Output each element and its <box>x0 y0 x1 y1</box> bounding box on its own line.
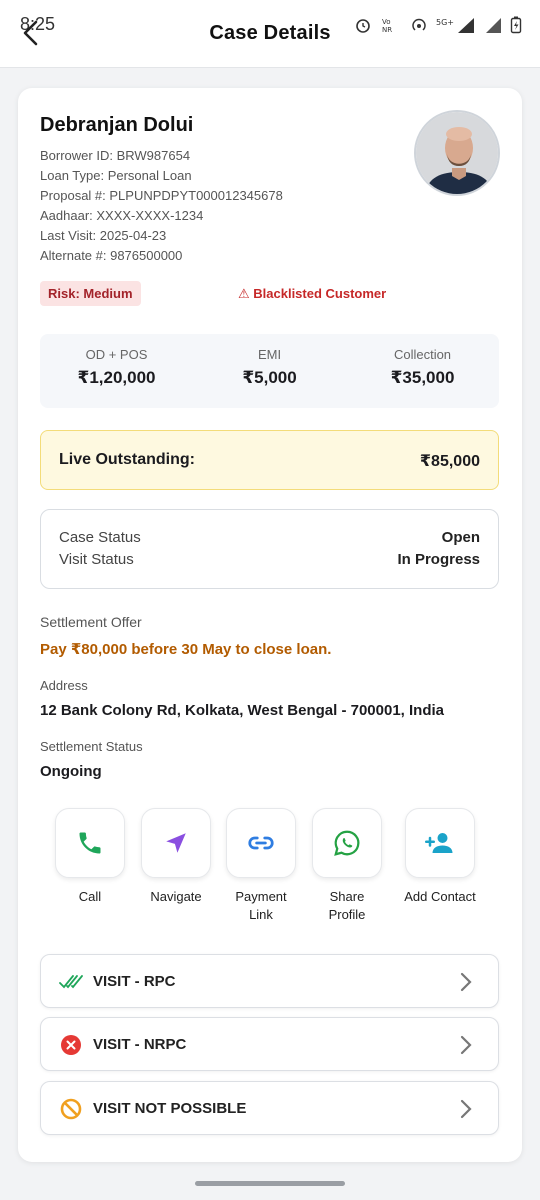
stat-collection: Collection ₹35,000 <box>346 334 499 408</box>
navigate-label: Navigate <box>150 889 202 904</box>
add-contact-action[interactable]: Add Contact <box>395 808 485 906</box>
settlement-offer-value: Pay ₹80,000 before 30 May to close loan. <box>40 641 332 658</box>
navigate-action[interactable]: Navigate <box>131 808 221 906</box>
risk-badge: Risk: Medium <box>40 281 141 306</box>
case-status-value: Open <box>441 529 480 546</box>
prohibited-icon <box>60 1098 82 1120</box>
phone-icon <box>79 832 101 854</box>
avatar-photo <box>416 112 498 194</box>
visit-rpc-row[interactable]: VISIT - RPC <box>40 954 499 1008</box>
aadhaar-number: Aadhaar: XXXX-XXXX-1234 <box>40 208 204 223</box>
add-contact-button[interactable] <box>405 808 475 878</box>
stat-emi: EMI ₹5,000 <box>193 334 346 408</box>
stat-od-pos: OD + POS ₹1,20,000 <box>40 334 193 408</box>
visit-not-possible-label: VISIT NOT POSSIBLE <box>93 1100 247 1117</box>
hotspot-icon <box>412 18 426 31</box>
call-button[interactable] <box>55 808 125 878</box>
status-box: Case Status Open Visit Status In Progres… <box>40 509 499 589</box>
svg-text:5G+: 5G+ <box>436 18 454 27</box>
stat-label: OD + POS <box>85 347 148 362</box>
live-outstanding-value: ₹85,000 <box>419 453 480 470</box>
battery-icon <box>510 16 522 34</box>
alarm-icon <box>356 19 370 33</box>
visit-status-row: Visit Status In Progress <box>59 551 480 568</box>
action-buttons: Call Navigate Payment Link Share Profile… <box>40 808 499 928</box>
visit-not-possible-row[interactable]: VISIT NOT POSSIBLE <box>40 1081 499 1135</box>
visit-status-label: Visit Status <box>59 551 134 568</box>
stat-value: ₹5,000 <box>242 368 297 387</box>
navigate-button[interactable] <box>141 808 211 878</box>
alternate-number: Alternate #: 9876500000 <box>40 248 183 263</box>
add-contact-label: Add Contact <box>404 889 476 904</box>
link-icon <box>248 836 274 850</box>
whatsapp-icon <box>334 830 360 856</box>
visit-status-value: In Progress <box>397 551 480 568</box>
stat-value: ₹35,000 <box>390 368 455 387</box>
proposal-number: Proposal #: PLPUNPDPYT000012345678 <box>40 188 283 203</box>
chevron-right-icon <box>460 1099 472 1119</box>
stat-label: EMI <box>257 347 282 362</box>
add-person-icon <box>425 833 453 853</box>
svg-text:NR: NR <box>382 26 392 34</box>
case-status-row: Case Status Open <box>59 529 480 546</box>
call-label: Call <box>78 889 102 904</box>
settlement-status-label: Settlement Status <box>40 739 143 754</box>
volte-icon: VoNR <box>382 18 392 34</box>
visit-rpc-label: VISIT - RPC <box>93 973 176 990</box>
close-circle-icon <box>61 1035 81 1055</box>
navigation-arrow-icon <box>166 833 186 853</box>
case-details-card: Debranjan Dolui Borrower ID: BRW987654 L… <box>18 88 522 1162</box>
stat-value: ₹1,20,000 <box>77 368 156 387</box>
share-profile-button[interactable] <box>312 808 382 878</box>
amount-summary: OD + POS ₹1,20,000 EMI ₹5,000 Collection… <box>40 334 499 408</box>
live-outstanding-label: Live Outstanding: <box>59 451 195 468</box>
payment-link-button[interactable] <box>226 808 296 878</box>
borrower-info: Borrower ID: BRW987654 Loan Type: Person… <box>40 146 283 266</box>
svg-text:Vo: Vo <box>382 18 391 26</box>
payment-link-label: Payment Link <box>235 889 287 922</box>
share-profile-action[interactable]: Share Profile <box>302 808 392 924</box>
double-check-icon <box>59 975 83 989</box>
loan-type: Loan Type: Personal Loan <box>40 168 192 183</box>
address-value: 12 Bank Colony Rd, Kolkata, West Bengal … <box>40 702 445 719</box>
stat-label: Collection <box>393 347 452 362</box>
5g-signal-icon: 5G+ <box>436 18 474 33</box>
call-action[interactable]: Call <box>45 808 135 906</box>
signal-icon <box>486 18 501 33</box>
avatar <box>414 110 500 196</box>
chevron-right-icon <box>460 972 472 992</box>
borrower-name: Debranjan Dolui <box>40 114 194 136</box>
chevron-right-icon <box>460 1035 472 1055</box>
system-status-icons: Vo NR 5G+ <box>354 16 522 34</box>
borrower-id: Borrower ID: BRW987654 <box>40 148 191 163</box>
share-profile-label: Share Profile <box>328 889 366 922</box>
payment-link-action[interactable]: Payment Link <box>216 808 306 924</box>
settlement-status-value: Ongoing <box>40 763 102 780</box>
home-indicator[interactable] <box>195 1181 345 1186</box>
visit-nrpc-row[interactable]: VISIT - NRPC <box>40 1017 499 1071</box>
settlement-offer-label: Settlement Offer <box>40 614 142 630</box>
last-visit: Last Visit: 2025-04-23 <box>40 228 167 243</box>
top-app-bar: 8:25 Case Details Vo NR 5G+ <box>0 0 540 68</box>
blacklisted-warning: ⚠ Blacklisted Customer <box>238 286 387 301</box>
live-outstanding-box: Live Outstanding: ₹85,000 <box>40 430 499 490</box>
case-status-label: Case Status <box>59 529 141 546</box>
visit-nrpc-label: VISIT - NRPC <box>93 1036 187 1053</box>
address-label: Address <box>40 678 88 693</box>
